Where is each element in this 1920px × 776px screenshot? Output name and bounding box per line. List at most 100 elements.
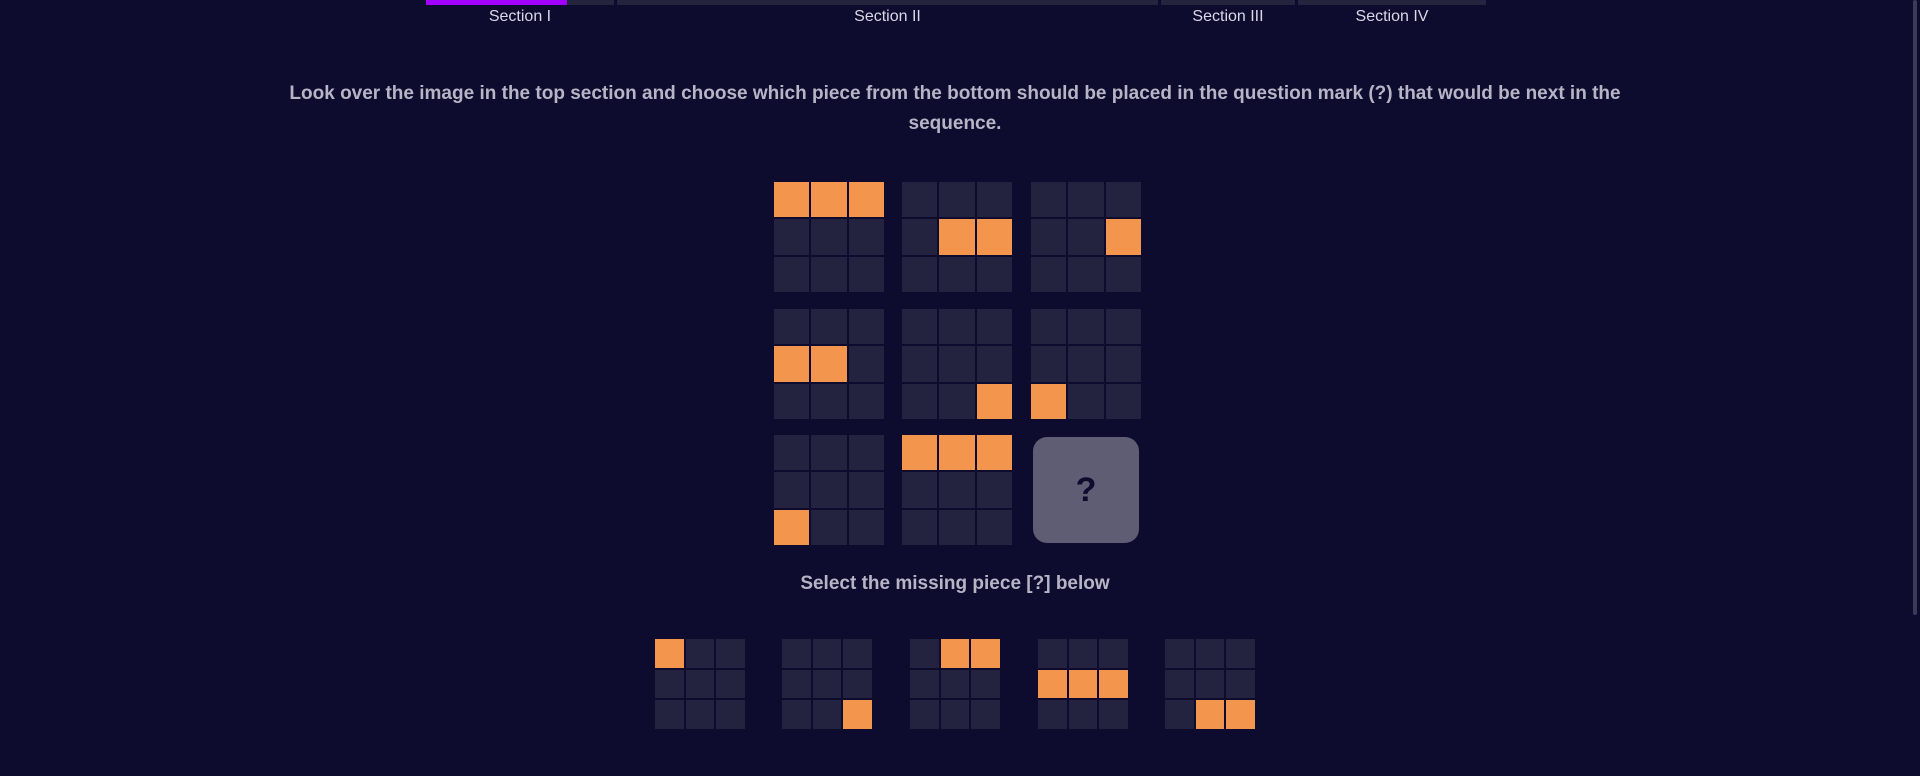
grid-cell-filled xyxy=(976,383,1012,419)
answer-option-5[interactable] xyxy=(1165,639,1255,729)
grid-cell-empty xyxy=(1068,219,1104,255)
grid-cell-empty xyxy=(811,256,847,292)
grid-cell-empty xyxy=(1165,669,1194,699)
grid-cell-empty xyxy=(774,383,810,419)
grid-cell-empty xyxy=(1068,182,1104,218)
grid-cell-empty xyxy=(774,472,810,508)
tab-progress-track xyxy=(1161,0,1295,5)
grid-cell-empty xyxy=(1105,182,1141,218)
grid-cell-empty xyxy=(848,509,884,545)
grid-cell-empty xyxy=(1031,182,1067,218)
puzzle-tile xyxy=(774,435,884,545)
grid-cell-empty xyxy=(1226,639,1255,668)
grid-cell-empty xyxy=(939,182,975,218)
grid-cell-empty xyxy=(848,219,884,255)
grid-cell-empty xyxy=(939,383,975,419)
grid-cell-empty xyxy=(1195,669,1225,699)
grid-cell-empty xyxy=(685,639,715,668)
grid-cell-empty xyxy=(976,472,1012,508)
puzzle-tile xyxy=(902,309,1012,419)
scrollbar[interactable] xyxy=(1910,0,1920,776)
grid-cell-filled xyxy=(940,639,970,668)
grid-cell-empty xyxy=(1195,639,1225,668)
tab-label: Section I xyxy=(488,8,552,25)
grid-cell-empty xyxy=(848,472,884,508)
grid-cell-filled xyxy=(1195,700,1225,729)
answer-option-3[interactable] xyxy=(910,639,1000,729)
scrollbar-thumb[interactable] xyxy=(1913,0,1917,615)
grid-cell-empty xyxy=(716,700,745,729)
grid-cell-empty xyxy=(910,639,939,668)
puzzle-tile xyxy=(902,182,1012,292)
grid-cell-empty xyxy=(971,669,1000,699)
grid-cell-empty xyxy=(1068,309,1104,345)
grid-cell-empty xyxy=(1105,309,1141,345)
grid-cell-empty xyxy=(685,669,715,699)
grid-cell-empty xyxy=(902,383,938,419)
grid-cell-empty xyxy=(1105,256,1141,292)
grid-cell-empty xyxy=(902,309,938,345)
grid-cell-empty xyxy=(902,219,938,255)
puzzle-tile xyxy=(1031,182,1141,292)
puzzle-tile xyxy=(774,182,884,292)
grid-cell-empty xyxy=(1068,639,1098,668)
grid-cell-empty xyxy=(910,669,939,699)
grid-cell-empty xyxy=(655,669,684,699)
grid-cell-filled xyxy=(939,219,975,255)
grid-cell-empty xyxy=(976,256,1012,292)
tab-label: Section II xyxy=(854,8,921,25)
grid-cell-empty xyxy=(1099,639,1128,668)
grid-cell-empty xyxy=(812,669,842,699)
grid-cell-empty xyxy=(1165,639,1194,668)
grid-cell-filled xyxy=(971,639,1000,668)
answer-option-2[interactable] xyxy=(782,639,872,729)
grid-cell-empty xyxy=(843,639,872,668)
grid-cell-empty xyxy=(811,435,847,471)
grid-cell-empty xyxy=(716,639,745,668)
select-prompt: Select the missing piece [?] below xyxy=(800,573,1110,594)
grid-cell-empty xyxy=(940,669,970,699)
grid-cell-empty xyxy=(1165,700,1194,729)
grid-cell-empty xyxy=(976,346,1012,382)
grid-cell-filled xyxy=(1099,669,1128,699)
grid-cell-empty xyxy=(782,700,811,729)
grid-cell-empty xyxy=(848,256,884,292)
answer-option-1[interactable] xyxy=(655,639,745,729)
answer-option-4[interactable] xyxy=(1038,639,1128,729)
grid-cell-empty xyxy=(811,472,847,508)
tab-progress-fill xyxy=(426,0,567,5)
grid-cell-empty xyxy=(902,256,938,292)
tab-progress-track xyxy=(1298,0,1486,5)
grid-cell-filled xyxy=(1038,669,1067,699)
grid-cell-empty xyxy=(1068,383,1104,419)
grid-cell-empty xyxy=(1031,309,1067,345)
puzzle-tile xyxy=(774,309,884,419)
grid-cell-filled xyxy=(774,182,810,218)
grid-cell-empty xyxy=(811,219,847,255)
puzzle-tile xyxy=(902,435,1012,545)
grid-cell-empty xyxy=(655,700,684,729)
grid-cell-filled xyxy=(939,435,975,471)
grid-cell-empty xyxy=(774,256,810,292)
instruction-text: Look over the image in the top section a… xyxy=(289,83,1621,134)
grid-cell-empty xyxy=(1068,346,1104,382)
grid-cell-empty xyxy=(902,509,938,545)
grid-cell-filled xyxy=(902,435,938,471)
grid-cell-empty xyxy=(1031,346,1067,382)
grid-cell-empty xyxy=(910,700,939,729)
grid-cell-empty xyxy=(811,383,847,419)
grid-cell-empty xyxy=(902,346,938,382)
grid-cell-empty xyxy=(940,700,970,729)
grid-cell-empty xyxy=(848,309,884,345)
grid-cell-empty xyxy=(685,700,715,729)
grid-cell-empty xyxy=(811,509,847,545)
grid-cell-empty xyxy=(939,472,975,508)
grid-cell-empty xyxy=(1068,256,1104,292)
grid-cell-empty xyxy=(848,346,884,382)
puzzle-tile xyxy=(1031,309,1141,419)
grid-cell-empty xyxy=(1105,383,1141,419)
grid-cell-empty xyxy=(812,639,842,668)
grid-cell-filled xyxy=(1031,383,1067,419)
grid-cell-filled xyxy=(1068,669,1098,699)
grid-cell-empty xyxy=(939,346,975,382)
